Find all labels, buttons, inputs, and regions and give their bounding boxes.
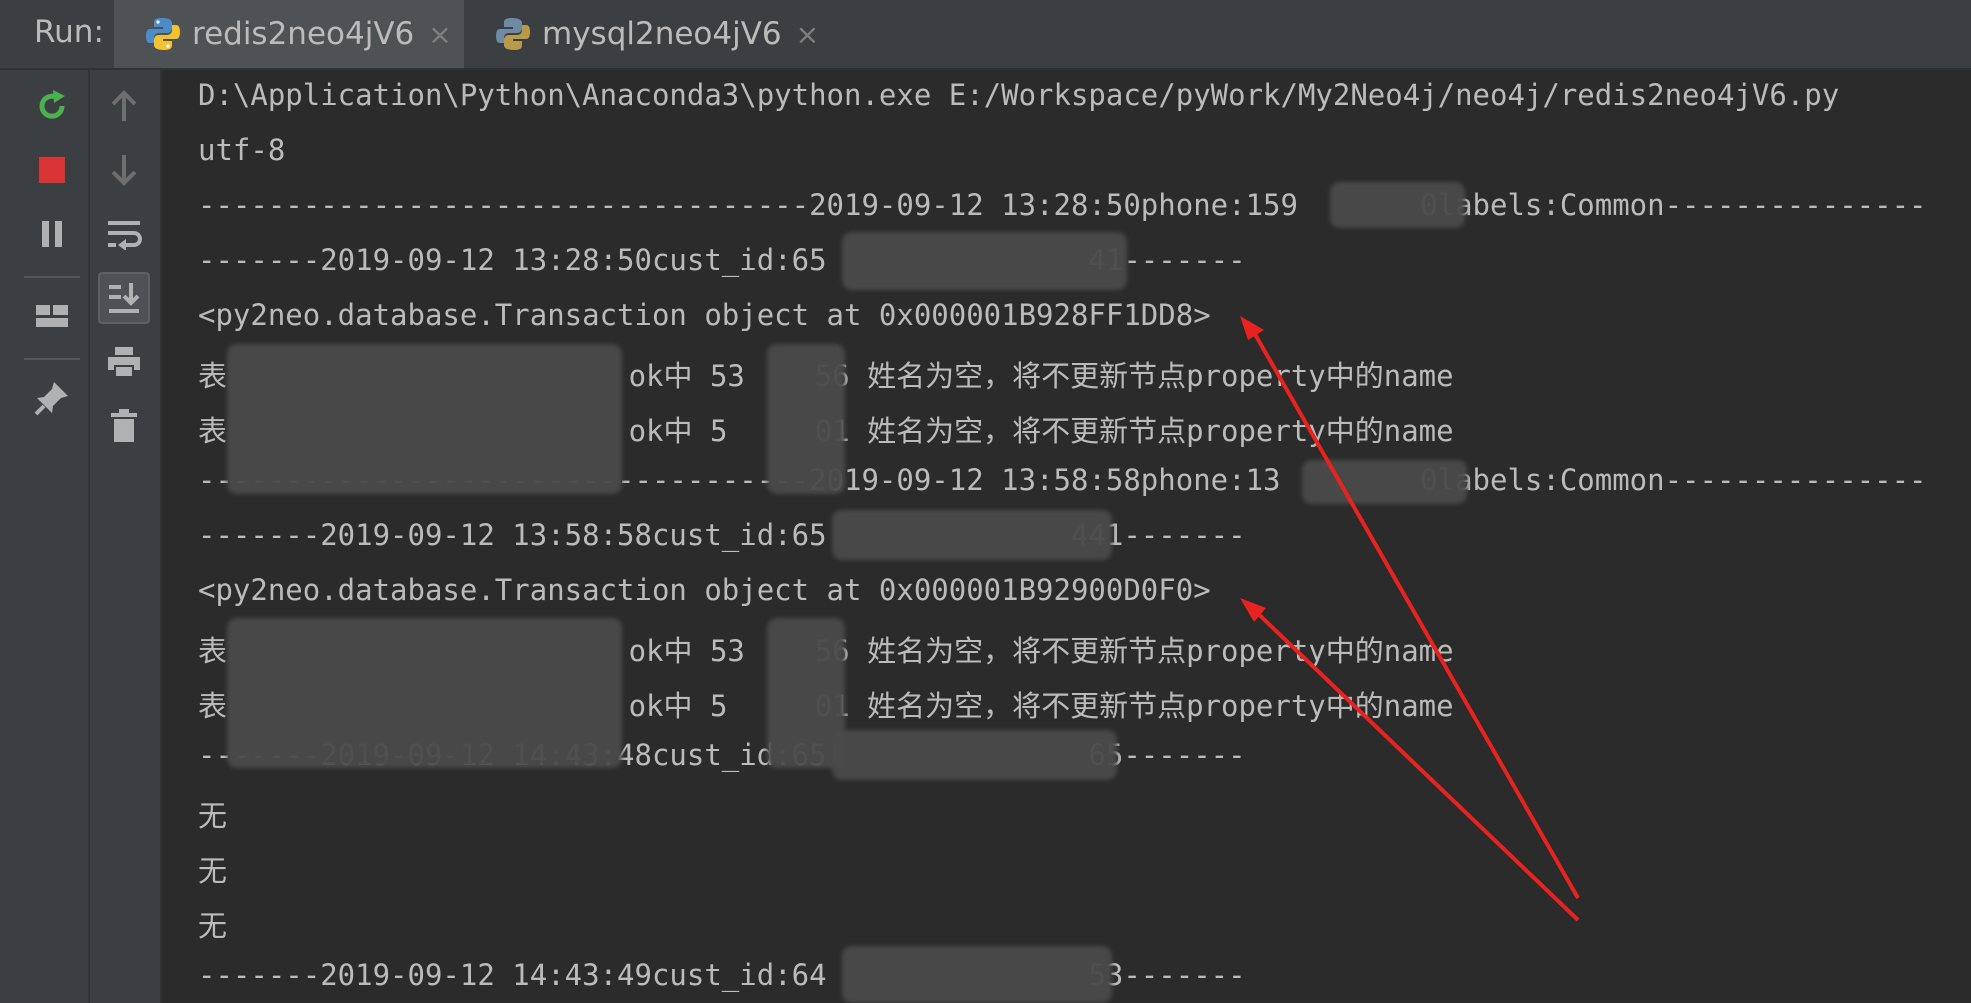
tab-mysql2neo4jV6[interactable]: mysql2neo4jV6 × [464,0,820,68]
console-line: <py2neo.database.Transaction object at 0… [198,573,1211,607]
redaction-blur [832,510,1112,560]
soft-wrap-button[interactable] [102,212,146,256]
stop-icon [39,157,65,183]
close-icon[interactable]: × [796,18,819,51]
console-line: <py2neo.database.Transaction object at 0… [198,298,1211,332]
previous-occurrence-button[interactable] [102,84,146,128]
print-icon [108,347,140,378]
console-line: D:\Application\Python\Anaconda3\python.e… [198,78,1840,112]
scroll-to-end-icon [109,283,140,313]
next-occurrence-button[interactable] [102,148,146,192]
rerun-button[interactable] [30,84,74,128]
restore-layout-button[interactable] [30,294,74,338]
redaction-blur [842,232,1127,290]
run-toolbar-secondary [90,70,162,1003]
console-line: 无 [198,909,228,943]
close-icon[interactable]: × [428,18,451,51]
soft-wrap-icon [108,221,142,250]
redaction-blur [227,344,622,494]
redaction-blur [767,344,845,494]
tab-redis2neo4jV6[interactable]: redis2neo4jV6 × [114,0,464,68]
rerun-icon [39,90,65,119]
console-line: utf-8 [198,133,286,167]
console-line: 无 [198,854,228,888]
pause-icon [42,221,62,247]
down-arrow-icon [111,155,137,186]
python-file-icon [146,18,180,50]
redaction-blur [1330,182,1465,228]
toolbar-divider [24,358,80,360]
pin-icon [34,382,68,416]
redaction-blur [842,946,1112,1003]
pin-tab-button[interactable] [30,376,74,420]
trash-icon [111,409,137,442]
toolbar-divider [24,276,80,278]
scroll-to-end-button[interactable] [98,272,150,324]
layout-icon [36,305,68,327]
redaction-blur [832,730,1117,780]
run-label: Run: [34,14,104,50]
up-arrow-icon [111,90,137,121]
console-line: 无 [198,799,228,833]
run-toolbar-primary [16,70,90,1003]
tab-label: redis2neo4jV6 [192,16,415,52]
clear-all-button[interactable] [102,404,146,448]
python-file-icon [496,18,530,50]
console-line: -----------------------------------2019-… [198,188,1927,222]
tab-label: mysql2neo4jV6 [542,16,782,52]
print-button[interactable] [102,340,146,384]
redaction-blur [1302,460,1467,504]
console-output[interactable]: D:\Application\Python\Anaconda3\python.e… [162,70,1971,1003]
pause-button[interactable] [30,212,74,256]
run-tab-bar: Run: redis2neo4jV6 × mysql2neo4jV6 × [0,0,1971,70]
stop-button[interactable] [30,148,74,192]
redaction-blur [227,618,622,768]
